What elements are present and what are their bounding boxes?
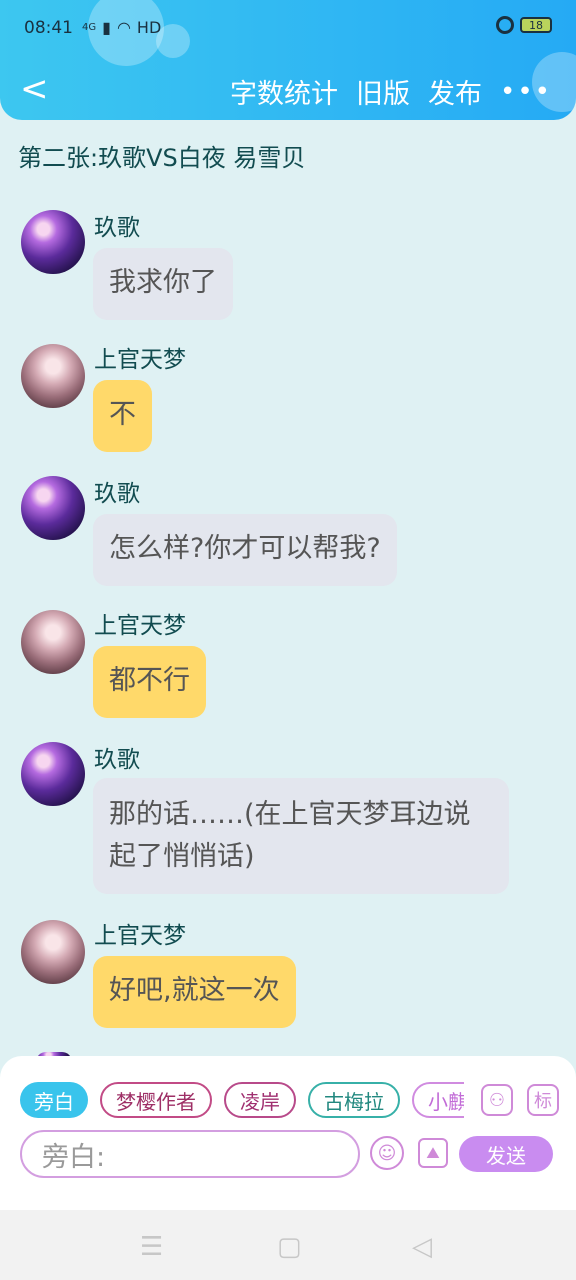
message-bubble[interactable]: 怎么样?你才可以帮我? xyxy=(93,514,397,586)
menu-icon[interactable]: ☰ xyxy=(140,1232,163,1262)
tag-icon[interactable]: 标 xyxy=(527,1084,559,1116)
composer-panel: 旁白 梦樱作者 凌岸 古梅拉 小麒 ⚇ 标 旁白: ☺ ⛰ xyxy=(0,1056,576,1210)
publish-button[interactable]: 发布 xyxy=(428,72,482,111)
message-input[interactable]: 旁白: xyxy=(20,1130,360,1178)
avatar[interactable] xyxy=(21,476,85,540)
message-sender: 玖歌 xyxy=(94,215,140,241)
message-sender: 玖歌 xyxy=(94,481,140,507)
home-icon[interactable]: ▢ xyxy=(277,1232,302,1262)
message-sender: 上官天梦 xyxy=(94,613,186,639)
chip-role[interactable]: 小麒 xyxy=(412,1082,464,1118)
hd-label: HD xyxy=(136,18,162,37)
more-icon[interactable]: ••• xyxy=(500,77,552,107)
avatar[interactable] xyxy=(21,920,85,984)
signal-bars-icon: ▮ xyxy=(102,18,111,37)
system-nav-bar: ☰ ▢ ◁ xyxy=(0,1210,576,1280)
back-button[interactable]: < xyxy=(20,72,49,106)
chip-role[interactable]: 凌岸 xyxy=(224,1082,296,1118)
message-bubble[interactable]: 不 xyxy=(93,380,152,452)
avatar[interactable] xyxy=(21,210,85,274)
chip-role[interactable]: 梦樱作者 xyxy=(100,1082,212,1118)
message-bubble[interactable]: 我求你了 xyxy=(93,248,233,320)
status-bar: 08:41 4G ▮ ◠ HD 18 xyxy=(0,0,576,58)
emoji-icon[interactable]: ☺ xyxy=(370,1136,404,1170)
alarm-icon xyxy=(496,16,514,34)
nav-bar: < 字数统计 旧版 发布 ••• xyxy=(0,64,576,116)
send-button[interactable]: 发送 xyxy=(459,1136,553,1172)
image-icon[interactable]: ⛰ xyxy=(418,1138,448,1168)
message-sender: 上官天梦 xyxy=(94,347,186,373)
app-header: 08:41 4G ▮ ◠ HD 18 < 字数统计 旧版 发布 ••• xyxy=(0,0,576,120)
battery-icon: 18 xyxy=(520,17,552,33)
word-count-button[interactable]: 字数统计 xyxy=(230,72,338,111)
wifi-icon: ◠ xyxy=(116,18,131,37)
message-sender: 玖歌 xyxy=(94,747,140,773)
message-bubble[interactable]: 那的话……(在上官天梦耳边说起了悄悄话) xyxy=(93,778,509,894)
chat-title: 第二张:玖歌VS白夜 易雪贝 xyxy=(18,144,306,172)
avatar[interactable] xyxy=(21,344,85,408)
chip-narration[interactable]: 旁白 xyxy=(20,1082,88,1118)
chip-role[interactable]: 古梅拉 xyxy=(308,1082,400,1118)
message-bubble[interactable]: 好吧,就这一次 xyxy=(93,956,296,1028)
signal-icon: 4G xyxy=(82,22,97,33)
avatar[interactable] xyxy=(21,610,85,674)
back-nav-icon[interactable]: ◁ xyxy=(412,1232,432,1262)
message-sender: 上官天梦 xyxy=(94,923,186,949)
status-time: 08:41 xyxy=(24,18,73,38)
status-icons: 4G ▮ ◠ HD xyxy=(82,18,161,37)
old-version-button[interactable]: 旧版 xyxy=(356,72,410,111)
message-bubble[interactable]: 都不行 xyxy=(93,646,206,718)
role-chips: 旁白 梦樱作者 凌岸 古梅拉 小麒 xyxy=(20,1082,464,1118)
role-manage-icon[interactable]: ⚇ xyxy=(481,1084,513,1116)
avatar[interactable] xyxy=(21,742,85,806)
